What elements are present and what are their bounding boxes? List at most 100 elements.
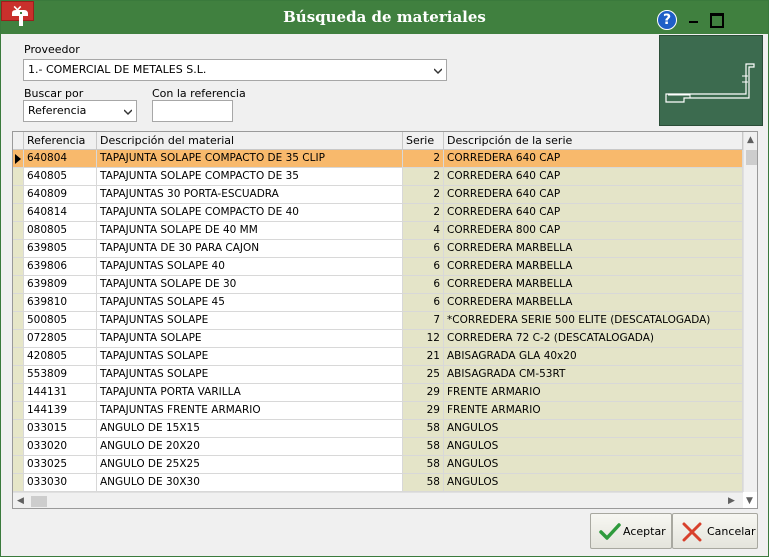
materials-grid[interactable]: Referencia Descripción del material Seri…: [12, 131, 758, 509]
scroll-left-icon[interactable]: ◀: [17, 496, 24, 506]
horizontal-scroll-thumb[interactable]: [31, 496, 47, 507]
row-indicator-cell[interactable]: [13, 204, 24, 222]
cell-serie[interactable]: 58: [403, 438, 444, 456]
cell-referencia[interactable]: 640805: [24, 168, 97, 186]
help-button[interactable]: ?: [657, 10, 677, 30]
cell-referencia[interactable]: 033030: [24, 474, 97, 492]
cell-descripcion-serie[interactable]: CORREDERA MARBELLA: [444, 276, 743, 294]
cell-referencia[interactable]: 033015: [24, 420, 97, 438]
cell-serie[interactable]: 25: [403, 366, 444, 384]
cancel-button[interactable]: Cancelar: [672, 513, 758, 549]
row-indicator-cell[interactable]: [13, 384, 24, 402]
cell-referencia[interactable]: 500805: [24, 312, 97, 330]
row-indicator-cell[interactable]: [13, 474, 24, 492]
cell-referencia[interactable]: 033020: [24, 438, 97, 456]
cell-serie[interactable]: 4: [403, 222, 444, 240]
cell-descripcion-serie[interactable]: ANGULOS: [444, 420, 743, 438]
cell-serie[interactable]: 58: [403, 474, 444, 492]
cell-serie[interactable]: 21: [403, 348, 444, 366]
row-indicator-cell[interactable]: [13, 276, 24, 294]
cell-descripcion[interactable]: TAPAJUNTA DE 30 PARA CAJON: [97, 240, 403, 258]
row-indicator-cell[interactable]: [13, 366, 24, 384]
cell-referencia[interactable]: 639806: [24, 258, 97, 276]
cell-serie[interactable]: 58: [403, 456, 444, 474]
cell-descripcion[interactable]: TAPAJUNTA SOLAPE DE 40 MM: [97, 222, 403, 240]
table-row[interactable]: 640804 TAPAJUNTA SOLAPE COMPACTO DE 35 CL…: [13, 150, 743, 168]
table-row[interactable]: 033020 ANGULO DE 20X20 58 ANGULOS: [13, 438, 743, 456]
cell-descripcion[interactable]: TAPAJUNTA SOLAPE COMPACTO DE 35 CLIP: [97, 150, 403, 168]
row-indicator-cell[interactable]: [13, 186, 24, 204]
title-bar[interactable]: Búsqueda de materiales ? ×: [1, 1, 768, 34]
row-indicator-cell[interactable]: [13, 330, 24, 348]
buscar-por-select[interactable]: Referencia: [23, 100, 137, 122]
cell-descripcion-serie[interactable]: CORREDERA 640 CAP: [444, 204, 743, 222]
cell-serie[interactable]: 2: [403, 186, 444, 204]
cell-serie[interactable]: 58: [403, 420, 444, 438]
proveedor-select[interactable]: 1.- COMERCIAL DE METALES S.L.: [23, 59, 447, 81]
cell-referencia[interactable]: 639810: [24, 294, 97, 312]
table-row[interactable]: 639806 TAPAJUNTAS SOLAPE 40 6 CORREDERA MAR…: [13, 258, 743, 276]
cell-referencia[interactable]: 640814: [24, 204, 97, 222]
cell-referencia[interactable]: 144131: [24, 384, 97, 402]
row-indicator-cell[interactable]: [13, 294, 24, 312]
cell-serie[interactable]: 2: [403, 150, 444, 168]
row-indicator-cell[interactable]: [13, 420, 24, 438]
table-row[interactable]: 033015 ANGULO DE 15X15 58 ANGULOS: [13, 420, 743, 438]
table-row[interactable]: 639810 TAPAJUNTAS SOLAPE 45 6 CORREDERA MAR…: [13, 294, 743, 312]
table-row[interactable]: 144139 TAPAJUNTAS FRENTE ARMARIO 29 FRENTE …: [13, 402, 743, 420]
cell-serie[interactable]: 2: [403, 204, 444, 222]
cell-descripcion-serie[interactable]: CORREDERA MARBELLA: [444, 258, 743, 276]
cell-referencia[interactable]: 033025: [24, 456, 97, 474]
row-indicator-cell[interactable]: [13, 402, 24, 420]
cell-referencia[interactable]: 420805: [24, 348, 97, 366]
cell-referencia[interactable]: 072805: [24, 330, 97, 348]
cell-serie[interactable]: 6: [403, 240, 444, 258]
cell-serie[interactable]: 6: [403, 276, 444, 294]
cell-referencia[interactable]: 639809: [24, 276, 97, 294]
cell-descripcion[interactable]: TAPAJUNTAS SOLAPE 45: [97, 294, 403, 312]
cell-descripcion[interactable]: TAPAJUNTA SOLAPE DE 30: [97, 276, 403, 294]
cell-serie[interactable]: 6: [403, 294, 444, 312]
cell-serie[interactable]: 6: [403, 258, 444, 276]
cell-referencia[interactable]: 080805: [24, 222, 97, 240]
row-indicator-cell[interactable]: [13, 150, 24, 168]
cell-descripcion[interactable]: TAPAJUNTAS SOLAPE: [97, 348, 403, 366]
cell-descripcion[interactable]: ANGULO DE 25X25: [97, 456, 403, 474]
cell-descripcion-serie[interactable]: CORREDERA 640 CAP: [444, 186, 743, 204]
cell-descripcion[interactable]: TAPAJUNTA SOLAPE COMPACTO DE 40: [97, 204, 403, 222]
row-indicator-cell[interactable]: [13, 438, 24, 456]
cell-descripcion[interactable]: TAPAJUNTAS SOLAPE: [97, 366, 403, 384]
cell-descripcion[interactable]: TAPAJUNTAS SOLAPE: [97, 312, 403, 330]
cell-referencia[interactable]: 640804: [24, 150, 97, 168]
table-row[interactable]: 033025 ANGULO DE 25X25 58 ANGULOS: [13, 456, 743, 474]
scroll-up-icon[interactable]: ▲: [747, 135, 754, 145]
cell-referencia[interactable]: 639805: [24, 240, 97, 258]
accept-button[interactable]: Aceptar: [590, 513, 672, 549]
cell-descripcion-serie[interactable]: FRENTE ARMARIO: [444, 402, 743, 420]
column-header-descripcion-serie[interactable]: Descripción de la serie: [444, 132, 743, 150]
cell-serie[interactable]: 29: [403, 402, 444, 420]
table-row[interactable]: 640809 TAPAJUNTAS 30 PORTA-ESCUADRA 2 CORRE…: [13, 186, 743, 204]
cell-referencia[interactable]: 144139: [24, 402, 97, 420]
cell-descripcion-serie[interactable]: *CORREDERA SERIE 500 ELITE (DESCATALOGAD…: [444, 312, 743, 330]
cell-descripcion-serie[interactable]: ANGULOS: [444, 456, 743, 474]
cell-descripcion-serie[interactable]: CORREDERA 800 CAP: [444, 222, 743, 240]
table-row[interactable]: 500805 TAPAJUNTAS SOLAPE 7 *CORREDERA SERIE…: [13, 312, 743, 330]
row-indicator-cell[interactable]: [13, 168, 24, 186]
cell-descripcion[interactable]: TAPAJUNTAS FRENTE ARMARIO: [97, 402, 403, 420]
cell-descripcion-serie[interactable]: ANGULOS: [444, 474, 743, 492]
cell-descripcion-serie[interactable]: FRENTE ARMARIO: [444, 384, 743, 402]
cell-referencia[interactable]: 640809: [24, 186, 97, 204]
horizontal-scrollbar[interactable]: ◀ ▶: [13, 492, 743, 508]
cell-descripcion-serie[interactable]: ANGULOS: [444, 438, 743, 456]
maximize-button[interactable]: [704, 9, 726, 29]
cell-descripcion-serie[interactable]: ABISAGRADA GLA 40x20: [444, 348, 743, 366]
row-indicator-cell[interactable]: [13, 312, 24, 330]
cell-serie[interactable]: 2: [403, 168, 444, 186]
table-row[interactable]: 640814 TAPAJUNTA SOLAPE COMPACTO DE 40 2 CO…: [13, 204, 743, 222]
cell-descripcion[interactable]: ANGULO DE 15X15: [97, 420, 403, 438]
column-header-referencia[interactable]: Referencia: [24, 132, 97, 150]
minimize-button[interactable]: [683, 9, 705, 29]
table-row[interactable]: 420805 TAPAJUNTAS SOLAPE 21 ABISAGRADA GLA …: [13, 348, 743, 366]
table-row[interactable]: 639805 TAPAJUNTA DE 30 PARA CAJON 6 CORREDE…: [13, 240, 743, 258]
